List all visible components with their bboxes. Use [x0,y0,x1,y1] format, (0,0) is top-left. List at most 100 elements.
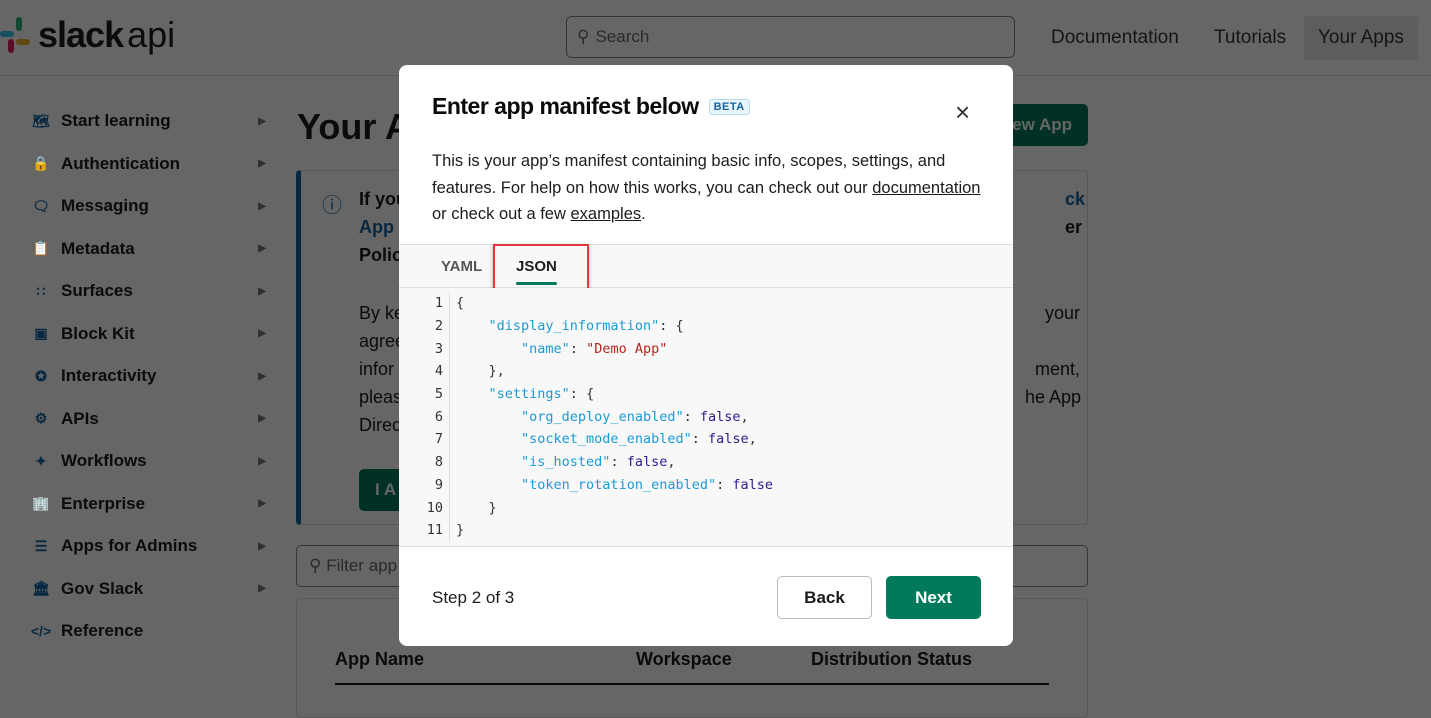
info-text-fragment: Direc [359,415,402,435]
code-token: { [456,295,465,312]
sidebar-item-metadata[interactable]: 📋 Metadata ▶ [30,228,270,271]
code-token: , [740,408,749,425]
sidebar-item-apis[interactable]: ⚙ APIs ▶ [30,398,270,441]
line-number: 6 [434,408,443,425]
info-text-fragment: ment, [1035,359,1081,379]
manifest-code-editor[interactable]: 1{2 "display_information": {3 "name": "D… [399,288,1013,547]
code-token: , [667,454,676,471]
info-text-fragment: ck [1065,189,1086,209]
code-line: 7 "socket_mode_enabled": false, [399,428,1013,451]
search-placeholder: Search [595,27,650,46]
chevron-right-icon[interactable]: ▶ [258,541,266,552]
nav-documentation[interactable]: Documentation [1037,16,1193,60]
chevron-right-icon[interactable]: ▶ [258,456,266,467]
nav-tutorials[interactable]: Tutorials [1200,16,1300,60]
sidebar-item-messaging[interactable]: 🗨 Messaging ▶ [30,185,270,228]
sidebar-item-authentication[interactable]: 🔒 Authentication ▶ [30,143,270,186]
chevron-right-icon[interactable]: ▶ [258,243,266,254]
sidebar-item-workflows[interactable]: ✦ Workflows ▶ [30,440,270,483]
slack-api-logo[interactable]: slack api [0,14,175,56]
chevron-right-icon[interactable]: ▶ [258,583,266,594]
sidebar-item-surfaces[interactable]: ∷ Surfaces ▶ [30,270,270,313]
slack-logo-icon [0,17,30,53]
sidebar-item-gov-slack[interactable]: 🏛 Gov Slack ▶ [30,568,270,611]
code-token: "Demo App" [586,340,668,357]
line-number: 2 [434,318,443,335]
grid-icon: ∷ [36,282,46,299]
sidebar-item-label: Reference [61,621,144,641]
clipboard-icon: 📋 [32,240,50,257]
sidebar-item-label: Metadata [61,238,135,258]
chevron-right-icon[interactable]: ▶ [258,158,266,169]
sidebar-item-block-kit[interactable]: ▣ Block Kit ▶ [30,313,270,356]
col-distribution-status: Distribution Status [811,649,972,669]
chevron-right-icon[interactable]: ▶ [258,371,266,382]
sidebar-item-enterprise[interactable]: 🏢 Enterprise ▶ [30,483,270,526]
code-token: false [707,431,749,448]
chevron-right-icon[interactable]: ▶ [258,413,266,424]
page-title: Your A [297,106,411,147]
chevron-right-icon[interactable]: ▶ [258,116,266,127]
info-text-fragment: By ke [359,303,405,323]
plug-icon: ✪ [35,367,47,384]
code-token: : [691,431,708,448]
code-token: } [456,499,497,516]
tab-yaml[interactable]: YAML [441,258,482,275]
info-text-fragment: App [359,217,394,237]
modal-description: This is your app’s manifest containing b… [432,148,992,228]
filter-placeholder: Filter app [326,556,398,575]
lock-icon: 🔒 [32,155,50,172]
info-text-fragment: Polic [359,245,403,265]
back-button[interactable]: Back [777,576,872,619]
sidebar-item-start-learning[interactable]: 🗺 Start learning ▶ [30,100,270,143]
map-icon: 🗺 [32,112,50,129]
nav-your-apps[interactable]: Your Apps [1304,16,1418,60]
chevron-right-icon[interactable]: ▶ [258,328,266,339]
code-token: }, [456,363,505,380]
search-input[interactable]: ⚲ Search [566,16,1015,58]
documentation-link[interactable]: documentation [872,179,980,197]
code-token: : { [569,386,595,403]
sidebar-item-label: Messaging [61,196,149,216]
sidebar-item-label: Workflows [61,451,147,471]
code-token: : { [659,318,684,335]
search-icon: ⚲ [309,556,327,575]
info-text-fragment: he App [1025,387,1082,407]
code-line: 6 "org_deploy_enabled": false, [399,405,1013,429]
line-number: 11 [426,522,443,539]
examples-link[interactable]: examples [571,205,642,223]
chevron-right-icon[interactable]: ▶ [258,498,266,509]
next-button[interactable]: Next [886,576,981,619]
col-workspace: Workspace [636,649,732,669]
table-divider [335,683,1049,685]
bank-icon: 🏛 [32,580,50,597]
desc-text: . [641,205,646,223]
line-number: 7 [434,431,443,448]
code-line: 1{ [399,292,1013,315]
code-token: : [569,340,587,357]
sidebar-item-label: Gov Slack [61,578,144,598]
code-line: 4 }, [399,360,1013,383]
code-line: 10 } [399,496,1013,519]
sidebar-item-apps-for-admins[interactable]: ☰ Apps for Admins ▶ [30,525,270,568]
close-icon[interactable]: × [955,97,970,128]
sidebar-item-interactivity[interactable]: ✪ Interactivity ▶ [30,355,270,398]
code-token: "socket_mode_enabled" [521,431,692,448]
line-number: 3 [434,340,443,357]
line-number: 8 [434,454,443,471]
format-tabs: YAML JSON [399,244,1013,292]
chevron-right-icon[interactable]: ▶ [258,286,266,297]
code-line: 2 "display_information": { [399,314,1013,338]
sidebar-item-label: Interactivity [61,366,157,386]
code-line: 3 "name": "Demo App" [399,337,1013,361]
sidebar-item-reference[interactable]: </> Reference [30,610,270,653]
chevron-right-icon[interactable]: ▶ [258,201,266,212]
code-token: "settings" [488,386,570,403]
line-number: 4 [434,363,443,380]
code-line: 8 "is_hosted": false, [399,450,1013,474]
sidebar-item-label: Authentication [61,153,180,173]
code-token: "display_information" [488,318,660,335]
info-text-fragment: your [1045,303,1081,323]
